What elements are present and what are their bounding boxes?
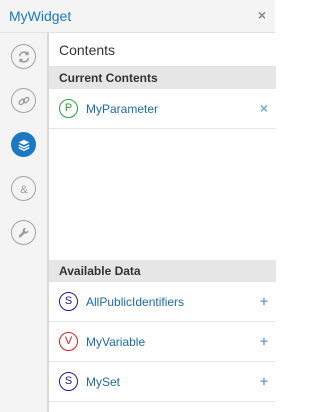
available-data-header: Available Data (49, 260, 276, 282)
widget-title: MyWidget (9, 8, 72, 24)
nav-ampersand-button[interactable]: & (11, 176, 36, 201)
remove-button[interactable]: × (260, 100, 268, 116)
data-label[interactable]: MySet (86, 375, 120, 389)
ampersand-icon: & (20, 183, 28, 195)
available-data-row[interactable]: S AllPublicIdentifiers + (49, 282, 276, 322)
content-label[interactable]: MyParameter (86, 102, 158, 116)
add-button[interactable]: + (260, 293, 268, 309)
nav-refresh-button[interactable] (11, 44, 36, 69)
parameter-type-icon: P (59, 99, 78, 118)
available-data-row[interactable]: S MySet + (49, 362, 276, 402)
wrench-icon (18, 227, 28, 237)
set-type-icon: S (59, 292, 78, 311)
side-nav-rail: & (0, 33, 48, 412)
refresh-icon (18, 50, 29, 63)
nav-contents-button[interactable] (11, 132, 36, 157)
contents-panel: Contents Current Contents P MyParameter … (48, 33, 276, 412)
widget-title-bar: MyWidget × (0, 0, 275, 33)
panel-title: Contents (49, 33, 276, 67)
available-data-row[interactable]: V MyVariable + (49, 322, 276, 362)
nav-link-button[interactable] (11, 88, 36, 113)
svg-text:&: & (20, 183, 28, 195)
set-type-icon: S (59, 372, 78, 391)
variable-type-icon: V (59, 332, 78, 351)
current-content-row[interactable]: P MyParameter × (49, 89, 276, 129)
current-contents-header: Current Contents (49, 67, 276, 89)
data-label[interactable]: AllPublicIdentifiers (86, 295, 184, 309)
close-widget-button[interactable]: × (258, 7, 266, 23)
layers-icon (17, 139, 30, 151)
add-button[interactable]: + (260, 373, 268, 389)
add-button[interactable]: + (260, 333, 268, 349)
link-icon (17, 96, 30, 105)
nav-settings-button[interactable] (11, 220, 36, 245)
data-label[interactable]: MyVariable (86, 335, 145, 349)
